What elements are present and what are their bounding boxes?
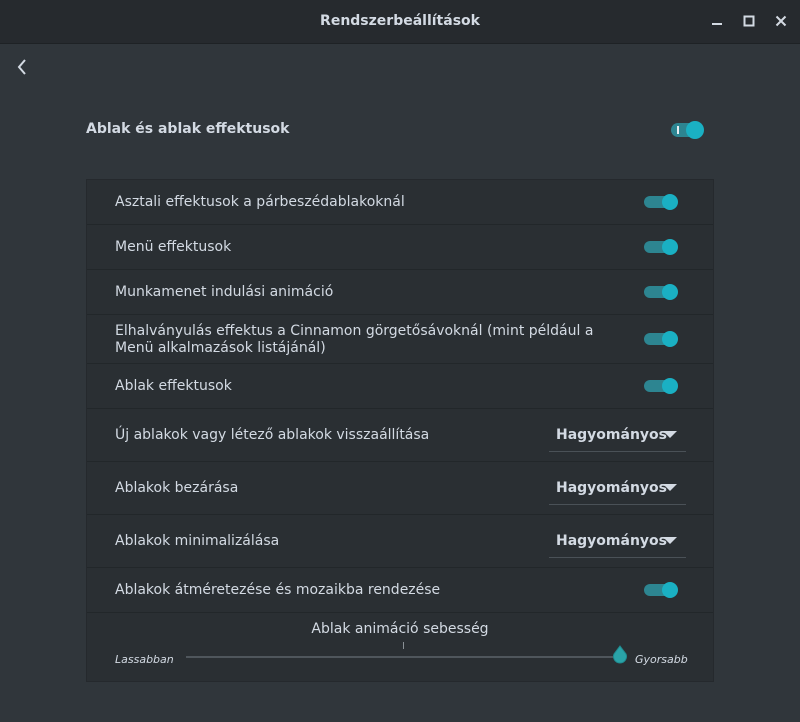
close-icon — [775, 15, 787, 27]
menu-effects-switch[interactable] — [644, 239, 678, 255]
switch-knob — [686, 121, 704, 139]
setting-row-resize-tile-effects: Ablakok átméretezése és mozaikba rendezé… — [87, 568, 713, 613]
minimize-icon — [712, 23, 722, 25]
slider-tick-mark — [403, 642, 404, 649]
setting-label: Menü effektusok — [115, 239, 232, 255]
setting-row-window-effects: Ablak effektusok — [87, 364, 713, 409]
slider-max-label: Gyorsabb — [635, 653, 688, 666]
section-title: Ablak és ablak effektusok — [86, 121, 290, 137]
dropdown-arrow-icon — [663, 484, 677, 491]
minimize-button[interactable] — [708, 12, 726, 30]
window-effects-switch[interactable] — [644, 378, 678, 394]
switch-knob — [662, 239, 678, 255]
setting-row-new-window-effect: Új ablakok vagy létező ablakok visszaáll… — [87, 409, 713, 462]
setting-label: Elhalványulás effektus a Cinnamon görget… — [115, 323, 594, 356]
setting-row-close-window-effect: Ablakok bezárása Hagyományos — [87, 462, 713, 515]
dialog-effects-switch[interactable] — [644, 194, 678, 210]
window-title: Rendszerbeállítások — [320, 13, 480, 29]
section-toggle-switch[interactable] — [671, 120, 705, 140]
slider-min-label: Lassabban — [115, 653, 174, 666]
switch-knob — [662, 378, 678, 394]
session-startup-animation-switch[interactable] — [644, 284, 678, 300]
slider-handle[interactable] — [612, 645, 628, 665]
section-header: Ablak és ablak effektusok — [86, 108, 716, 152]
switch-knob — [662, 582, 678, 598]
setting-label: Asztali effektusok a párbeszédablakoknál — [115, 194, 405, 210]
animation-speed-slider[interactable] — [186, 656, 621, 658]
setting-row-session-startup-animation: Munkamenet indulási animáció — [87, 270, 713, 315]
new-window-effect-dropdown[interactable]: Hagyományos — [549, 418, 686, 452]
slider-handle-icon — [613, 645, 627, 664]
chevron-left-icon — [17, 59, 26, 75]
back-button[interactable] — [12, 56, 34, 78]
dropdown-arrow-icon — [663, 537, 677, 544]
close-button[interactable] — [772, 12, 790, 30]
dropdown-value: Hagyományos — [556, 533, 668, 549]
maximize-icon — [743, 15, 755, 27]
animation-speed-title: Ablak animáció sebesség — [311, 621, 489, 637]
scrollbar-fade-switch[interactable] — [644, 331, 678, 347]
setting-row-minimize-window-effect: Ablakok minimalizálása Hagyományos — [87, 515, 713, 568]
setting-label: Ablakok átméretezése és mozaikba rendezé… — [115, 582, 441, 598]
setting-label: Munkamenet indulási animáció — [115, 284, 334, 300]
maximize-button[interactable] — [740, 12, 758, 30]
setting-row-dialog-effects: Asztali effektusok a párbeszédablakoknál — [87, 180, 713, 225]
setting-row-menu-effects: Menü effektusok — [87, 225, 713, 270]
minimize-window-effect-dropdown[interactable]: Hagyományos — [549, 524, 686, 558]
switch-knob — [662, 331, 678, 347]
settings-list: Asztali effektusok a párbeszédablakoknál… — [86, 179, 714, 682]
settings-window: Rendszerbeállítások Ablak és ablak effek… — [0, 0, 800, 722]
switch-knob — [662, 194, 678, 210]
switch-knob — [662, 284, 678, 300]
setting-label: Ablak effektusok — [115, 378, 232, 394]
title-bar[interactable]: Rendszerbeállítások — [0, 0, 800, 44]
switch-on-mark — [677, 126, 679, 134]
dropdown-value: Hagyományos — [556, 480, 668, 496]
setting-row-scrollbar-fade: Elhalványulás effektus a Cinnamon görget… — [87, 315, 713, 364]
resize-tile-effects-switch[interactable] — [644, 582, 678, 598]
dropdown-value: Hagyományos — [556, 427, 668, 443]
dropdown-arrow-icon — [663, 431, 677, 438]
close-window-effect-dropdown[interactable]: Hagyományos — [549, 471, 686, 505]
